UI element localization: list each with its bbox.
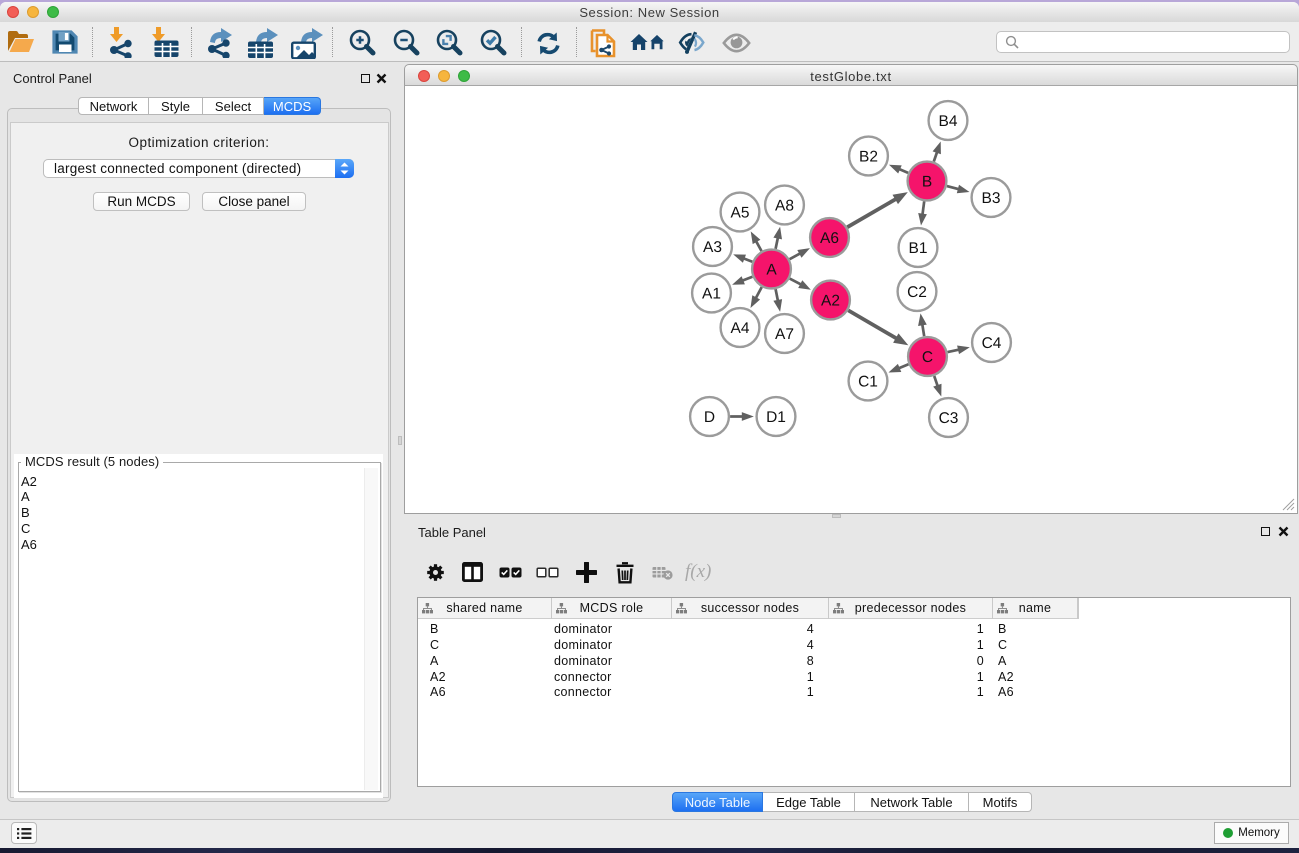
svg-text:A2: A2 [821,292,840,309]
svg-text:A3: A3 [703,239,722,256]
svg-text:B: B [922,173,932,190]
svg-text:A8: A8 [775,197,794,214]
svg-text:A1: A1 [702,285,721,302]
svg-text:A7: A7 [775,326,794,343]
svg-text:C: C [922,349,933,366]
svg-text:B3: B3 [982,190,1001,207]
svg-text:B2: B2 [859,148,878,165]
svg-text:B4: B4 [939,113,958,130]
svg-text:B1: B1 [909,240,928,257]
svg-text:A5: A5 [731,204,750,221]
svg-text:A6: A6 [820,230,839,247]
svg-text:A: A [766,261,777,278]
svg-text:A4: A4 [731,320,750,337]
svg-text:C4: C4 [982,335,1002,352]
svg-text:D: D [704,409,715,426]
svg-text:C3: C3 [939,410,959,427]
svg-text:D1: D1 [766,409,786,426]
svg-text:C1: C1 [858,373,878,390]
svg-text:C2: C2 [907,284,927,301]
